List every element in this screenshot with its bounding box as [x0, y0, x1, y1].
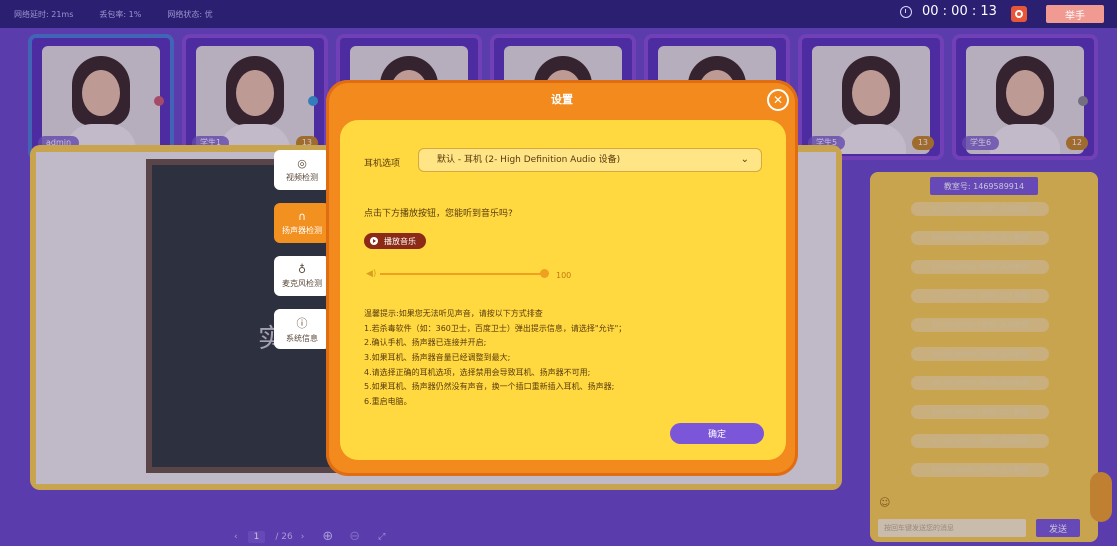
tab-label: 系统信息 [286, 333, 318, 343]
info-icon: ⓘ [296, 316, 308, 330]
record-icon [1015, 10, 1023, 18]
tab-microphone-check[interactable]: ♁ 麦克风检测 [274, 256, 330, 296]
play-label: 播放音乐 [384, 236, 416, 246]
class-timer: 00 : 00 : 13 [900, 4, 997, 19]
tip-line: 1.若杀毒软件（如：360卫士，百度卫士）弹出提示信息，请选择"允许"； [364, 323, 627, 333]
tip-line: 2.确认手机、扬声器已连接并开启; [364, 338, 487, 348]
troubleshoot-tips: 温馨提示:如果您无法听见声音，请按以下方式排查 1.若杀毒软件（如：360卫士，… [364, 307, 764, 410]
tab-label: 扬声器检测 [282, 226, 322, 235]
tab-label: 麦克风检测 [282, 279, 322, 288]
speaker-question: 点击下方播放按钮，您能听到音乐吗? [364, 209, 513, 219]
tip-line: 5.如果耳机、扬声器仍然没有声音，换一个插口重新插入耳机、扬声器; [364, 382, 615, 392]
tab-label: 视频检测 [286, 173, 318, 182]
latency-text: 网络延时: 21ms [14, 9, 74, 19]
close-icon[interactable]: ✕ [767, 89, 789, 111]
tip-line: 6.重启电脑。 [364, 397, 412, 407]
microphone-icon: ♁ [297, 263, 307, 276]
volume-icon: ◀) [366, 269, 377, 279]
camera-icon: ◎ [297, 157, 307, 170]
confirm-button[interactable]: 确定 [670, 423, 764, 444]
chevron-down-icon: ⌄ [740, 154, 749, 165]
packet-loss-text: 丢包率: 1% [99, 9, 142, 19]
raise-hand-button[interactable]: 举手 [1046, 5, 1104, 23]
modal-title: 设置 [551, 93, 573, 106]
volume-value: 100 [556, 271, 572, 280]
record-button[interactable] [1011, 6, 1027, 22]
tab-system-info[interactable]: ⓘ 系统信息 [274, 309, 330, 349]
earphone-label: 耳机选项 [364, 159, 401, 169]
tab-speaker-check[interactable]: ∩ 扬声器检测 [274, 203, 330, 243]
timer-value: 00 : 00 : 13 [922, 4, 997, 19]
tip-line: 3.如果耳机、扬声器音量已经调整到最大; [364, 353, 511, 363]
play-icon [370, 237, 378, 245]
earphone-select-value: 默认 - 耳机 (2- High Definition Audio 设备) [437, 155, 621, 165]
tip-line: 4.请选择正确的耳机选项，选择禁用会导致耳机、扬声器不可用; [364, 367, 591, 377]
clock-icon [900, 5, 912, 18]
headphones-icon: ∩ [297, 210, 307, 223]
play-music-button[interactable]: 播放音乐 [364, 233, 426, 249]
volume-slider-track[interactable] [380, 273, 544, 275]
earphone-select[interactable]: 默认 - 耳机 (2- High Definition Audio 设备) ⌄ [418, 148, 762, 172]
top-status-bar: 网络延时: 21ms 丢包率: 1% 网络状态: 优 00 : 00 : 13 … [0, 0, 1117, 28]
tip-line: 温馨提示:如果您无法听见声音，请按以下方式排查 [364, 309, 543, 318]
volume-slider-handle[interactable] [540, 269, 549, 278]
tab-video-check[interactable]: ◎ 视频检测 [274, 150, 330, 190]
network-status-text: 网络状态: 优 [167, 9, 213, 19]
